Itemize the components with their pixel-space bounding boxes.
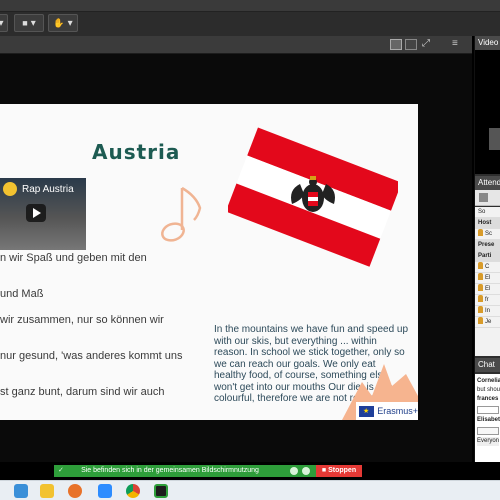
chat-recipient-select[interactable]: Everyon	[477, 437, 499, 446]
firefox-icon[interactable]	[68, 484, 82, 498]
chat-input[interactable]	[477, 427, 499, 435]
meeting-toolbar: ▾ ■ ▾ ✋ ▾	[0, 0, 500, 36]
user-icon	[478, 295, 483, 302]
toolbar-menu-button[interactable]: ▾	[0, 14, 8, 32]
chat-sender: frances	[477, 396, 499, 402]
section-presenters[interactable]: Prese	[475, 240, 500, 251]
stop-square-icon: ■	[321, 467, 327, 474]
participant-name: Je	[485, 319, 492, 325]
participant-item[interactable]: El	[475, 273, 500, 284]
section-participants[interactable]: Parti	[475, 251, 500, 262]
host-name: Sc	[485, 231, 493, 237]
microphone-icon[interactable]	[290, 467, 298, 475]
video-pod	[475, 50, 500, 174]
participant-item[interactable]: El	[475, 284, 500, 295]
share-pod-header: ⤢ ≡	[0, 36, 472, 54]
presentation-slide: Austria Rap Austria n wir Spaß und geben…	[0, 104, 418, 420]
taskbar	[0, 480, 500, 500]
user-icon	[478, 273, 483, 280]
german-line-3: wir zusammen, nur so können wir	[0, 314, 164, 326]
host-item[interactable]: Sc	[475, 229, 500, 240]
slide-title: Austria	[92, 140, 181, 164]
fullscreen-icon[interactable]: ⤢	[422, 38, 430, 49]
participant-item[interactable]: In	[475, 306, 500, 317]
chevron-down-icon: ▾	[30, 17, 36, 29]
list-view-icon[interactable]	[479, 193, 488, 202]
desktop-icon[interactable]	[14, 484, 28, 498]
attendees-pod-header: Attend	[475, 176, 500, 190]
chat-pod-header: Chat	[475, 358, 500, 372]
user-icon	[478, 306, 483, 313]
participant-name: El	[485, 275, 491, 281]
right-pods-column: Video Attend So Host Sc Prese Parti C El…	[474, 36, 500, 462]
user-icon	[478, 229, 483, 236]
participant-item[interactable]: Je	[475, 317, 500, 328]
layout-grid-icon[interactable]	[390, 39, 402, 50]
pause-icon[interactable]	[302, 467, 310, 475]
attendees-toolbar	[475, 190, 500, 206]
video-title: Rap Austria	[22, 184, 74, 195]
music-note-icon	[161, 186, 202, 242]
sharing-status-text: Sie befinden sich in der gemeinsamen Bil…	[81, 467, 259, 474]
attendees-list-filler	[475, 328, 500, 356]
german-line-1: n wir Spaß und geben mit den	[0, 252, 147, 264]
chat-sender: Cornelia	[477, 378, 500, 384]
user-icon	[478, 262, 483, 269]
connect-app-icon[interactable]	[154, 484, 168, 498]
chat-message-text: but shou	[477, 387, 500, 393]
zoom-icon[interactable]	[98, 484, 112, 498]
section-hosts[interactable]: Host	[475, 218, 500, 229]
chat-message-box[interactable]	[477, 406, 499, 414]
layout-split-icon[interactable]	[405, 39, 417, 50]
file-explorer-icon[interactable]	[40, 484, 54, 498]
stop-label: Stoppen	[328, 467, 357, 474]
participant-name: In	[485, 308, 491, 314]
german-line-4: nur gesund, 'was anderes kommt uns	[0, 350, 183, 362]
sort-row[interactable]: So	[475, 207, 500, 218]
play-button-icon[interactable]	[26, 204, 46, 222]
screen-share-status-bar: ✓ Sie befinden sich in der gemeinsamen B…	[54, 465, 362, 477]
video-pod-header: Video	[475, 36, 500, 50]
participant-item[interactable]: fr	[475, 295, 500, 306]
webcam-thumbnail[interactable]	[489, 128, 500, 150]
chrome-icon[interactable]	[126, 484, 140, 498]
eu-flag-icon	[359, 405, 375, 417]
attendee-status-button[interactable]: ✋ ▾	[48, 14, 78, 32]
chat-sender: Elisabet	[477, 417, 500, 423]
austria-flag-image	[228, 127, 398, 267]
participant-name: fr	[485, 297, 489, 303]
german-line-2: und Maß	[0, 288, 44, 300]
chevron-down-icon: ▾	[0, 17, 4, 29]
participant-name: El	[485, 286, 491, 292]
chevron-down-icon: ▾	[67, 17, 73, 29]
title-strip	[0, 0, 500, 12]
raise-hand-icon: ✋	[53, 17, 65, 28]
camera-button[interactable]: ■ ▾	[14, 14, 44, 32]
german-line-5: st ganz bunt, darum sind wir auch	[0, 386, 165, 398]
user-icon	[478, 284, 483, 291]
rap-austria-video[interactable]: Rap Austria	[0, 178, 86, 250]
erasmus-label: Erasmus+	[377, 406, 418, 416]
chat-messages: Cornelia but shou frances Elisabet Every…	[475, 374, 500, 462]
stop-sharing-button[interactable]: ■ Stoppen	[316, 465, 362, 477]
channel-avatar	[3, 182, 17, 196]
pod-menu-icon[interactable]: ≡	[452, 38, 458, 49]
erasmus-logo: Erasmus+	[356, 402, 418, 420]
participant-item[interactable]: C	[475, 262, 500, 273]
participant-name: C	[485, 264, 490, 270]
camera-icon: ■	[22, 18, 28, 28]
user-icon	[478, 317, 483, 324]
